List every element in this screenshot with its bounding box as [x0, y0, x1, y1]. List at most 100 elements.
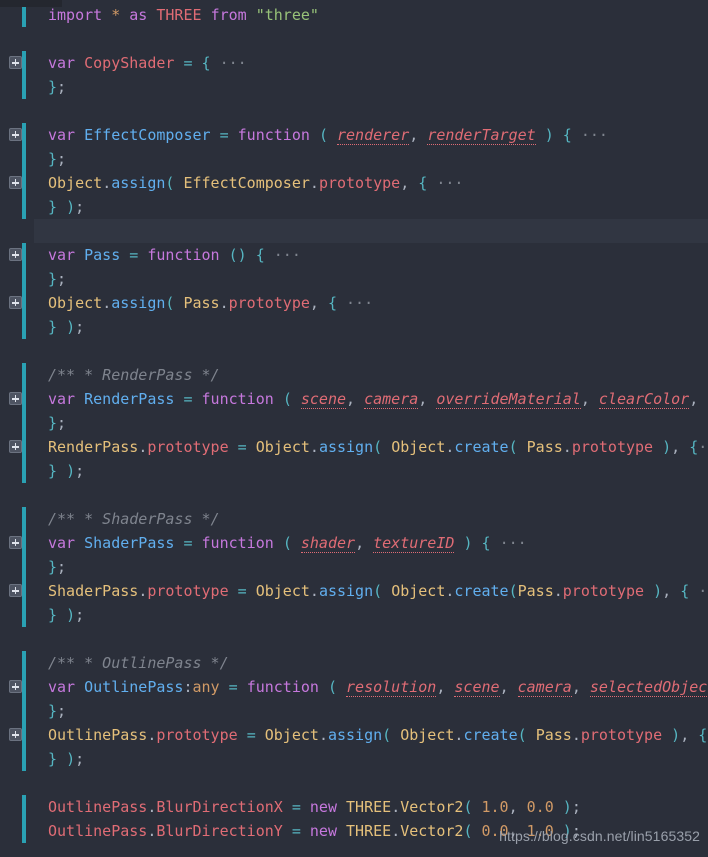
code-line[interactable]: var EffectComposer = function ( renderer… [0, 123, 708, 147]
token-kw: function [201, 534, 274, 552]
code-line[interactable]: RenderPass.prototype = Object.assign( Ob… [0, 435, 708, 459]
token-punc: . [391, 822, 401, 840]
code-line[interactable]: }; [0, 147, 708, 171]
token-paren: () [228, 246, 247, 264]
token-paren: } [48, 198, 58, 216]
code-line[interactable]: }; [0, 267, 708, 291]
code-line-text: var EffectComposer = function ( renderer… [34, 123, 608, 147]
token-paren: ( [318, 126, 328, 144]
code-line[interactable]: } ); [0, 195, 708, 219]
vcs-change-bar [22, 291, 26, 315]
token-kw: as [129, 6, 148, 24]
token-ident: Object [255, 438, 310, 456]
token-punc: , [508, 798, 518, 816]
token-method: assign [318, 582, 374, 600]
fold-expand-icon[interactable] [9, 728, 22, 741]
token-punc: ; [57, 558, 67, 576]
code-line[interactable]: var ShaderPass = function ( shader, text… [0, 531, 708, 555]
code-line[interactable]: ShaderPass.prototype = Object.assign( Ob… [0, 579, 708, 603]
token-ellipsis: ··· [436, 174, 464, 192]
fold-expand-icon[interactable] [9, 584, 22, 597]
code-line-text: }; [34, 147, 66, 171]
code-line[interactable]: /** * ShaderPass */ [0, 507, 708, 531]
code-line[interactable]: var CopyShader = { ··· [0, 51, 708, 75]
code-line-text: var ShaderPass = function ( shader, text… [34, 531, 527, 555]
fold-expand-icon[interactable] [9, 296, 22, 309]
token-prop: prototype [562, 582, 645, 600]
code-line[interactable]: Object.assign( EffectComposer.prototype,… [0, 171, 708, 195]
vcs-change-bar [22, 675, 26, 699]
token-paren: } [48, 270, 58, 288]
fold-expand-icon[interactable] [9, 176, 22, 189]
token-ident: Pass [517, 582, 554, 600]
code-line[interactable]: OutlinePass.BlurDirectionX = new THREE.V… [0, 795, 708, 819]
fold-expand-icon[interactable] [9, 680, 22, 693]
token-kw: var [48, 126, 76, 144]
token-objname: CopyShader [84, 54, 175, 72]
code-line[interactable] [0, 627, 708, 651]
token-punc: ; [57, 702, 67, 720]
code-line[interactable] [0, 27, 708, 51]
code-line[interactable]: var OutlinePass:any = function ( resolut… [0, 675, 708, 699]
code-line[interactable]: /** * OutlinePass */ [0, 651, 708, 675]
token-punc: , [355, 534, 365, 552]
code-line[interactable]: var Pass = function () { ··· [0, 243, 708, 267]
token-op: = [228, 678, 238, 696]
code-line[interactable]: /** * RenderPass */ [0, 363, 708, 387]
code-line[interactable] [0, 219, 708, 243]
fold-expand-icon[interactable] [9, 128, 22, 141]
code-content[interactable]: import * as THREE from "three" var CopySh… [0, 0, 708, 857]
token-param: clearColor [598, 390, 690, 409]
vcs-change-bar [22, 195, 26, 219]
code-line[interactable]: } ); [0, 315, 708, 339]
token-punc: . [318, 726, 328, 744]
code-line[interactable]: }; [0, 411, 708, 435]
code-line[interactable]: import * as THREE from "three" [0, 3, 708, 27]
code-line[interactable] [0, 339, 708, 363]
fold-expand-icon[interactable] [9, 392, 22, 405]
code-line[interactable] [0, 483, 708, 507]
token-paren: } [48, 750, 58, 768]
token-punc: . [309, 438, 319, 456]
code-line[interactable]: } ); [0, 459, 708, 483]
token-ident: EffectComposer [183, 174, 310, 192]
fold-expand-icon[interactable] [9, 248, 22, 261]
token-kw: from [210, 6, 247, 24]
watermark-url: https://blog.csdn.net/lin5165352 [499, 828, 700, 844]
fold-expand-icon[interactable] [9, 440, 22, 453]
fold-expand-icon[interactable] [9, 56, 22, 69]
token-punc: , [409, 126, 419, 144]
code-line[interactable]: } ); [0, 747, 708, 771]
code-line[interactable]: }; [0, 699, 708, 723]
token-prop: prototype [156, 726, 238, 744]
code-line[interactable]: OutlinePass.prototype = Object.assign( O… [0, 723, 708, 747]
code-line[interactable] [0, 771, 708, 795]
token-paren: } [48, 78, 58, 96]
code-line[interactable]: }; [0, 555, 708, 579]
code-line[interactable]: }; [0, 75, 708, 99]
code-line[interactable] [0, 99, 708, 123]
fold-expand-icon[interactable] [9, 536, 22, 549]
token-punc: , [680, 726, 690, 744]
code-line[interactable]: } ); [0, 603, 708, 627]
token-punc: ; [571, 798, 581, 816]
token-punc: . [138, 582, 148, 600]
token-paren: { [680, 582, 690, 600]
token-ident: Vector2 [400, 822, 464, 840]
token-paren: ( [282, 390, 292, 408]
code-line[interactable]: var RenderPass = function ( scene, camer… [0, 387, 708, 411]
token-op: = [291, 798, 301, 816]
code-line[interactable]: Object.assign( Pass.prototype, { ··· [0, 291, 708, 315]
